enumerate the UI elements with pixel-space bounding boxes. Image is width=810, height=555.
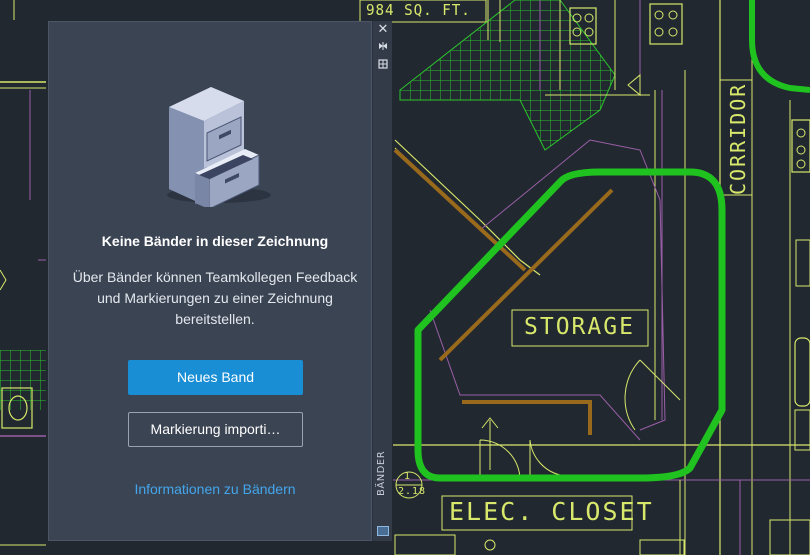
corridor-label: CORRIDOR bbox=[726, 82, 750, 195]
close-icon[interactable]: ✕ bbox=[376, 23, 390, 37]
palette-title: BÄNDER bbox=[376, 450, 387, 496]
callout-sheet: 2.18 bbox=[398, 486, 427, 497]
empty-state-heading: Keine Bänder in dieser Zeichnung bbox=[101, 233, 329, 249]
import-markup-button[interactable]: Markierung importi… bbox=[128, 412, 303, 447]
empty-state-description: Über Bänder können Teamkollegen Feedback… bbox=[72, 269, 358, 327]
autohide-icon[interactable] bbox=[376, 41, 390, 55]
file-cabinet-icon bbox=[167, 87, 271, 207]
callout-number: 1 bbox=[404, 471, 412, 482]
settings-icon[interactable] bbox=[376, 59, 390, 73]
palette-icon[interactable] bbox=[377, 526, 389, 536]
new-band-button[interactable]: Neues Band bbox=[128, 360, 303, 395]
elec-closet-label: ELEC. CLOSET bbox=[449, 497, 654, 526]
bands-palette: Keine Bänder in dieser Zeichnung Über Bä… bbox=[48, 21, 372, 541]
bands-info-link[interactable]: Informationen zu Bändern bbox=[49, 481, 381, 497]
area-label: 984 SQ. FT. bbox=[366, 1, 471, 19]
storage-label: STORAGE bbox=[524, 314, 635, 340]
palette-title-strip[interactable]: ✕ BÄNDER bbox=[372, 21, 392, 541]
